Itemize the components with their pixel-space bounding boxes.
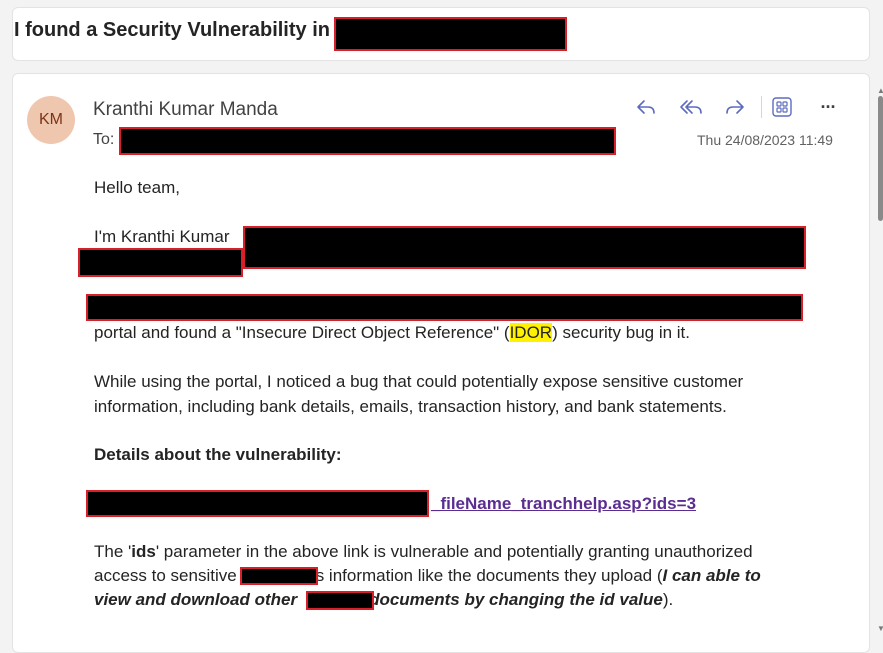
message-date: Thu 24/08/2023 11:49 xyxy=(697,132,833,148)
text-segment: The ' xyxy=(94,542,132,561)
redacted-block xyxy=(334,17,567,51)
text-segment-emphasis: I can able to xyxy=(662,566,761,585)
vulnerable-link[interactable]: _fileName_tranchhelp.asp?ids=3 xyxy=(431,494,696,514)
paragraph-line: While using the portal, I noticed a bug … xyxy=(94,372,744,391)
redacted-block xyxy=(78,248,243,277)
forward-icon xyxy=(726,100,744,114)
reply-button[interactable] xyxy=(631,92,661,122)
paragraph-line: view and download other documents by chan… xyxy=(94,590,673,610)
paragraph-line: access to sensitive s information like th… xyxy=(94,566,761,586)
to-label: To: xyxy=(93,131,115,148)
redacted-block xyxy=(306,591,374,610)
redacted-block xyxy=(86,294,803,321)
redacted-block xyxy=(86,490,429,517)
toolbar-divider xyxy=(761,96,762,118)
sender-name[interactable]: Kranthi Kumar Manda xyxy=(93,99,278,121)
apps-button[interactable] xyxy=(767,92,797,122)
greeting: Hello team, xyxy=(94,178,180,197)
paragraph-line: information, including bank details, ema… xyxy=(94,397,727,416)
redacted-block xyxy=(119,127,616,155)
scroll-down-icon[interactable]: ▼ xyxy=(877,624,883,633)
scrollbar-thumb[interactable] xyxy=(878,96,883,221)
text-segment-emphasis: view and download other xyxy=(94,590,298,609)
text-segment: s information like the documents they up… xyxy=(315,566,663,585)
text-segment: ). xyxy=(662,590,674,609)
intro-text: I'm Kranthi Kumar xyxy=(94,227,230,246)
reply-all-icon xyxy=(680,100,702,114)
text-segment: access to sensitive xyxy=(94,566,237,585)
reply-all-button[interactable] xyxy=(676,92,706,122)
text-segment-emphasis: documents by changing the id value xyxy=(369,590,663,609)
scroll-up-icon[interactable]: ▲ xyxy=(877,86,883,95)
ids-param: ids xyxy=(131,542,156,561)
details-heading: Details about the vulnerability: xyxy=(94,445,342,464)
apps-icon xyxy=(772,97,792,117)
portal-text: portal and found a "Insecure Direct Obje… xyxy=(94,323,690,343)
email-subject: I found a Security Vulnerability in xyxy=(14,19,330,41)
idor-highlight: IDOR xyxy=(509,323,553,342)
avatar[interactable]: KM xyxy=(27,96,75,144)
forward-button[interactable] xyxy=(720,92,750,122)
more-icon: ··· xyxy=(820,96,837,117)
portal-text-after: ) security bug in it. xyxy=(552,323,691,342)
more-button[interactable]: ··· xyxy=(813,92,843,122)
redacted-block xyxy=(240,567,318,585)
portal-text-before: portal and found a "Insecure Direct Obje… xyxy=(94,323,510,342)
text-segment: ' parameter in the above link is vulnera… xyxy=(155,542,753,561)
redacted-block xyxy=(243,226,806,269)
reply-icon xyxy=(637,100,655,114)
paragraph-line: The 'ids' parameter in the above link is… xyxy=(94,542,753,562)
